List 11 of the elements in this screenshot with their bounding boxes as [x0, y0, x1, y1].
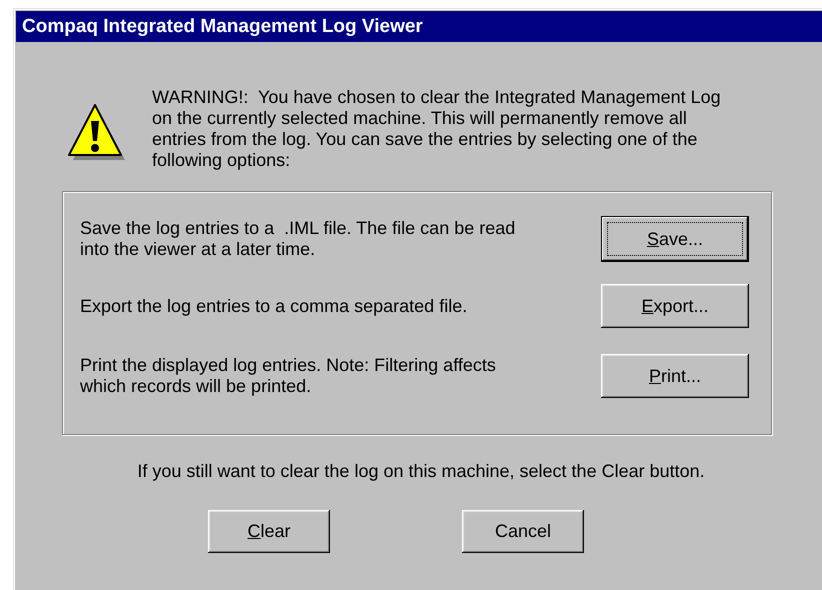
- clear-prompt: If you still want to clear the log on this machine, select the Clear button.: [136, 461, 706, 482]
- option-description: Export the log entries to a comma separated file.: [80, 296, 468, 316]
- window-title: Compaq Integrated Management Log Viewer: [16, 11, 822, 42]
- option-button[interactable]: Save...: [601, 216, 749, 262]
- option-description: Save the log entries to a .IML file. The file can be read into the viewer at a later time.: [80, 218, 516, 260]
- option-description: Print the displayed log entries. Note: Filtering affects which records will be printed.: [80, 355, 497, 397]
- option-button[interactable]: Print...: [601, 354, 749, 398]
- dialog-button[interactable]: Clear: [208, 510, 330, 553]
- dialog-button[interactable]: Cancel: [462, 510, 584, 553]
- option-button[interactable]: Export...: [601, 284, 749, 328]
- warning-message: WARNING!: You have chosen to clear the Integrated Management Log on the currently selected machine. This will permanently remove all entries from the log. You can save the entries by selecting one of the following options:: [152, 87, 722, 171]
